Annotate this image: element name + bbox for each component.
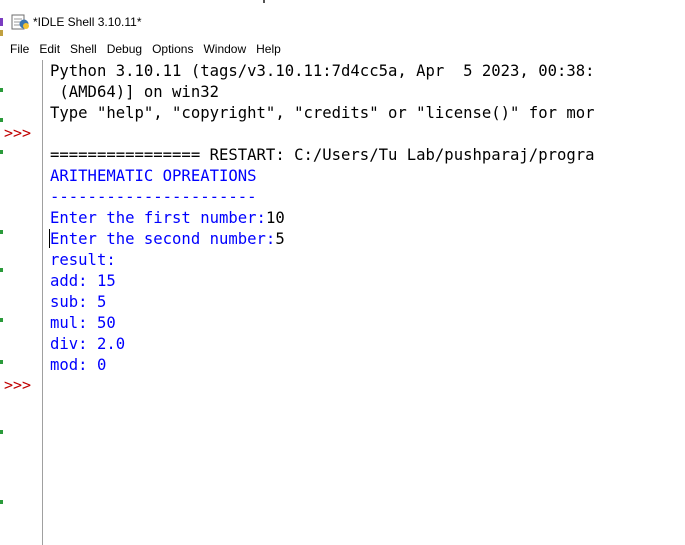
mul-result: mul: 50 <box>50 314 116 332</box>
first-number-input: 10 <box>265 209 285 227</box>
div-result: div: 2.0 <box>50 335 126 353</box>
strip-mark <box>0 150 3 154</box>
second-number-prompt: Enter the second number: <box>50 230 276 248</box>
strip-mark <box>0 88 3 92</box>
output-heading: ARITHEMATIC OPREATIONS <box>50 167 257 185</box>
shell-prompt: >>> <box>4 124 32 142</box>
add-result: add: 15 <box>50 272 116 290</box>
second-number-input: 5 <box>275 230 285 248</box>
strip-mark <box>0 430 3 434</box>
strip-mark <box>0 268 3 272</box>
menu-file[interactable]: File <box>0 39 34 59</box>
first-number-line: Enter the first number:10 <box>50 208 285 229</box>
strip-mark <box>0 500 3 504</box>
menu-bar: File Edit Shell Debug Options Window Hel… <box>0 39 685 59</box>
strip-mark <box>0 318 3 322</box>
strip-mark <box>0 230 3 234</box>
first-number-prompt: Enter the first number: <box>50 209 266 227</box>
sub-result: sub: 5 <box>50 293 107 311</box>
menu-options[interactable]: Options <box>147 39 198 59</box>
title-bar[interactable]: *IDLE Shell 3.10.11* <box>0 0 685 39</box>
menu-debug[interactable]: Debug <box>102 39 147 59</box>
banner-line-1: Python 3.10.11 (tags/v3.10.11:7d4cc5a, A… <box>50 62 595 80</box>
strip-mark <box>0 118 3 122</box>
banner-line-3: Type "help", "copyright", "credits" or "… <box>50 104 595 122</box>
mod-result: mod: 0 <box>50 356 107 374</box>
idle-python-icon <box>11 13 31 31</box>
restart-line: ================ RESTART: C:/Users/Tu La… <box>50 146 595 164</box>
shell-prompt-current: >>> <box>4 376 32 394</box>
window-title: *IDLE Shell 3.10.11* <box>33 15 142 29</box>
strip-mark <box>0 360 3 364</box>
shell-text-area[interactable]: Python 3.10.11 (tags/v3.10.11:7d4cc5a, A… <box>44 60 685 545</box>
menu-shell[interactable]: Shell <box>65 39 102 59</box>
menu-help[interactable]: Help <box>251 39 286 59</box>
strip-mark <box>0 18 3 26</box>
strip-mark <box>0 30 3 36</box>
second-number-line: Enter the second number:5 <box>50 229 285 250</box>
output-divider: ---------------------- <box>50 188 257 206</box>
menu-window[interactable]: Window <box>198 39 251 59</box>
top-edge-mark <box>263 0 265 3</box>
menu-edit[interactable]: Edit <box>34 39 65 59</box>
text-caret <box>49 229 50 248</box>
result-label: result: <box>50 251 116 269</box>
banner-line-2: (AMD64)] on win32 <box>50 83 219 101</box>
